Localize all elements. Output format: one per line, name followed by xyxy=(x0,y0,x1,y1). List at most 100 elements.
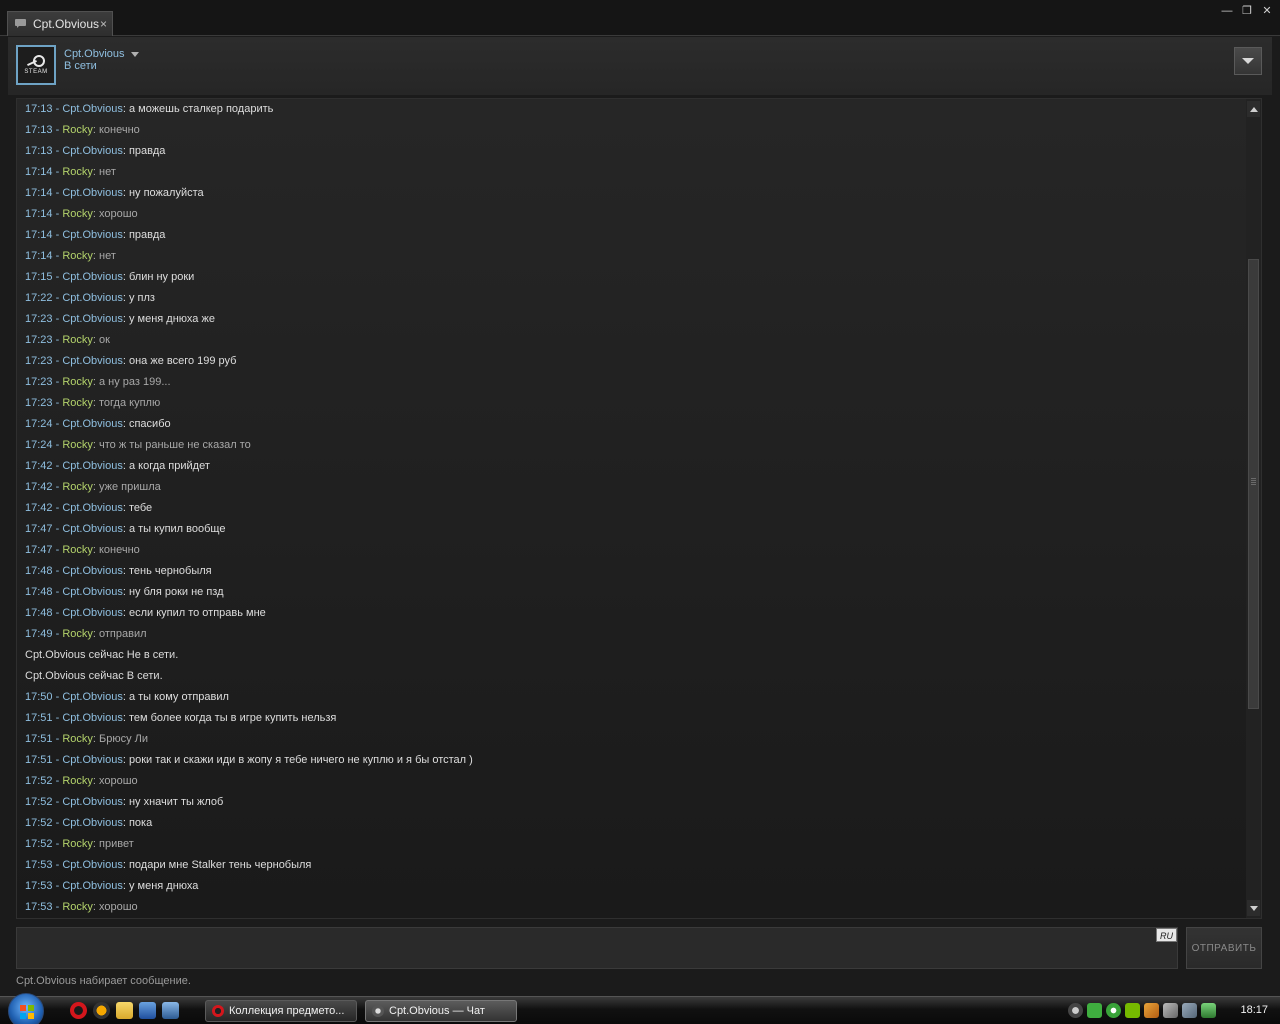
message-author[interactable]: Cpt.Obvious xyxy=(62,712,123,724)
folder-icon[interactable] xyxy=(116,1002,133,1019)
message-author[interactable]: Cpt.Obvious xyxy=(62,817,123,829)
message-author[interactable]: Cpt.Obvious xyxy=(62,691,123,703)
chat-message: 17:52 - Cpt.Obvious: ну хначит ты жлоб xyxy=(25,792,1245,813)
message-author[interactable]: Cpt.Obvious xyxy=(62,796,123,808)
time-separator: - xyxy=(52,187,63,199)
start-button[interactable] xyxy=(8,993,44,1024)
shield-tray-icon[interactable] xyxy=(1087,1003,1102,1018)
message-author[interactable]: Cpt.Obvious xyxy=(62,418,123,430)
chat-options-button[interactable] xyxy=(1234,47,1262,75)
scroll-up-button[interactable] xyxy=(1247,101,1260,117)
message-author[interactable]: Rocky xyxy=(62,838,93,850)
message-author[interactable]: Cpt.Obvious xyxy=(62,229,123,241)
time-separator: - xyxy=(52,355,63,367)
message-author[interactable]: Cpt.Obvious xyxy=(62,103,123,115)
minimize-icon[interactable]: — xyxy=(1220,4,1234,18)
send-button[interactable]: ОТПРАВИТЬ xyxy=(1186,927,1262,969)
message-author[interactable]: Rocky xyxy=(62,124,93,136)
message-author[interactable]: Cpt.Obvious xyxy=(62,502,123,514)
message-author[interactable]: Rocky xyxy=(62,166,93,178)
chat-message: 17:42 - Cpt.Obvious: а когда прийдет xyxy=(25,456,1245,477)
chat-header: STEAM Cpt.Obvious В сети xyxy=(8,37,1272,95)
tools-tray-icon[interactable] xyxy=(1163,1003,1178,1018)
message-author[interactable]: Cpt.Obvious xyxy=(62,271,123,283)
message-text: правда xyxy=(128,229,166,241)
chat-message: 17:14 - Rocky: нет xyxy=(25,246,1245,267)
system-message: Cpt.Obvious сейчас Не в сети. xyxy=(25,649,179,661)
utorrent-tray-icon[interactable] xyxy=(1106,1003,1121,1018)
message-author[interactable]: Rocky xyxy=(62,250,93,262)
time-separator: - xyxy=(52,754,63,766)
message-time: 17:49 xyxy=(25,628,53,640)
show-desktop-icon[interactable] xyxy=(162,1002,179,1019)
steam-icon xyxy=(372,1005,384,1017)
message-author[interactable]: Rocky xyxy=(62,397,93,409)
message-author[interactable]: Rocky xyxy=(62,376,93,388)
message-text: хорошо xyxy=(99,901,138,913)
message-text: Брюсу Ли xyxy=(99,733,149,745)
message-text: тогда куплю xyxy=(99,397,161,409)
avatar[interactable]: STEAM xyxy=(16,45,56,85)
network-tray-icon[interactable] xyxy=(1201,1003,1216,1018)
document-icon[interactable] xyxy=(139,1002,156,1019)
message-author[interactable]: Cpt.Obvious xyxy=(62,187,123,199)
taskbar-item-label: Коллекция предмето... xyxy=(229,1005,345,1017)
taskbar-item-opera[interactable]: Коллекция предмето... xyxy=(205,1000,357,1022)
chat-tab[interactable]: Cpt.Obvious × xyxy=(7,11,113,36)
scrollbar[interactable] xyxy=(1246,99,1261,918)
avast-icon[interactable] xyxy=(93,1002,110,1019)
profile-name-dropdown[interactable]: Cpt.Obvious xyxy=(64,48,139,60)
device-tray-icon[interactable] xyxy=(1182,1003,1197,1018)
nvidia-tray-icon[interactable] xyxy=(1125,1003,1140,1018)
message-author[interactable]: Cpt.Obvious xyxy=(62,880,123,892)
message-time: 17:24 xyxy=(25,439,53,451)
avatar-label: STEAM xyxy=(24,69,48,75)
message-author[interactable]: Rocky xyxy=(62,439,93,451)
chat-message: 17:48 - Cpt.Obvious: ну бля роки не пзд xyxy=(25,582,1245,603)
message-author[interactable]: Rocky xyxy=(62,334,93,346)
message-author[interactable]: Cpt.Obvious xyxy=(62,460,123,472)
message-text: правда xyxy=(128,145,166,157)
message-author[interactable]: Cpt.Obvious xyxy=(62,565,123,577)
message-author[interactable]: Cpt.Obvious xyxy=(62,586,123,598)
scroll-down-button[interactable] xyxy=(1247,900,1260,916)
taskbar-item-steam-chat[interactable]: Cpt.Obvious — Чат xyxy=(365,1000,517,1022)
restore-icon[interactable]: ❐ xyxy=(1240,4,1254,18)
message-text: нет xyxy=(99,166,116,178)
message-author[interactable]: Cpt.Obvious xyxy=(62,754,123,766)
message-author[interactable]: Rocky xyxy=(62,901,93,913)
message-author[interactable]: Cpt.Obvious xyxy=(62,859,123,871)
message-text: у меня днюха же xyxy=(128,313,215,325)
tab-close-icon[interactable]: × xyxy=(100,17,107,31)
message-author[interactable]: Cpt.Obvious xyxy=(62,355,123,367)
message-text: тем более когда ты в игре купить нельзя xyxy=(128,712,337,724)
close-icon[interactable]: ✕ xyxy=(1260,4,1274,18)
message-time: 17:14 xyxy=(25,166,53,178)
message-author[interactable]: Cpt.Obvious xyxy=(62,313,123,325)
message-author[interactable]: Cpt.Obvious xyxy=(62,145,123,157)
message-time: 17:52 xyxy=(25,838,53,850)
message-author[interactable]: Cpt.Obvious xyxy=(62,523,123,535)
message-author[interactable]: Rocky xyxy=(62,775,93,787)
volume-tray-icon[interactable] xyxy=(1144,1003,1159,1018)
taskbar: Коллекция предмето... Cpt.Obvious — Чат … xyxy=(0,993,1280,1024)
chevron-down-icon xyxy=(1242,58,1254,64)
message-time: 17:23 xyxy=(25,397,53,409)
scroll-thumb[interactable] xyxy=(1248,259,1259,709)
message-author[interactable]: Cpt.Obvious xyxy=(62,607,123,619)
message-author[interactable]: Cpt.Obvious xyxy=(62,292,123,304)
opera-icon[interactable] xyxy=(70,1002,87,1019)
chat-message: 17:13 - Rocky: конечно xyxy=(25,120,1245,141)
chat-message: 17:51 - Cpt.Obvious: тем более когда ты … xyxy=(25,708,1245,729)
message-author[interactable]: Rocky xyxy=(62,733,93,745)
clock[interactable]: 18:17 xyxy=(1240,1004,1268,1016)
message-author[interactable]: Rocky xyxy=(62,544,93,556)
message-author[interactable]: Rocky xyxy=(62,208,93,220)
steam-tray-icon[interactable] xyxy=(1068,1003,1083,1018)
message-author[interactable]: Rocky xyxy=(62,628,93,640)
message-author[interactable]: Rocky xyxy=(62,481,93,493)
chat-log[interactable]: 17:13 - Cpt.Obvious: а можешь сталкер по… xyxy=(16,98,1262,919)
message-input[interactable] xyxy=(16,927,1178,969)
message-time: 17:52 xyxy=(25,775,53,787)
time-separator: - xyxy=(52,145,63,157)
